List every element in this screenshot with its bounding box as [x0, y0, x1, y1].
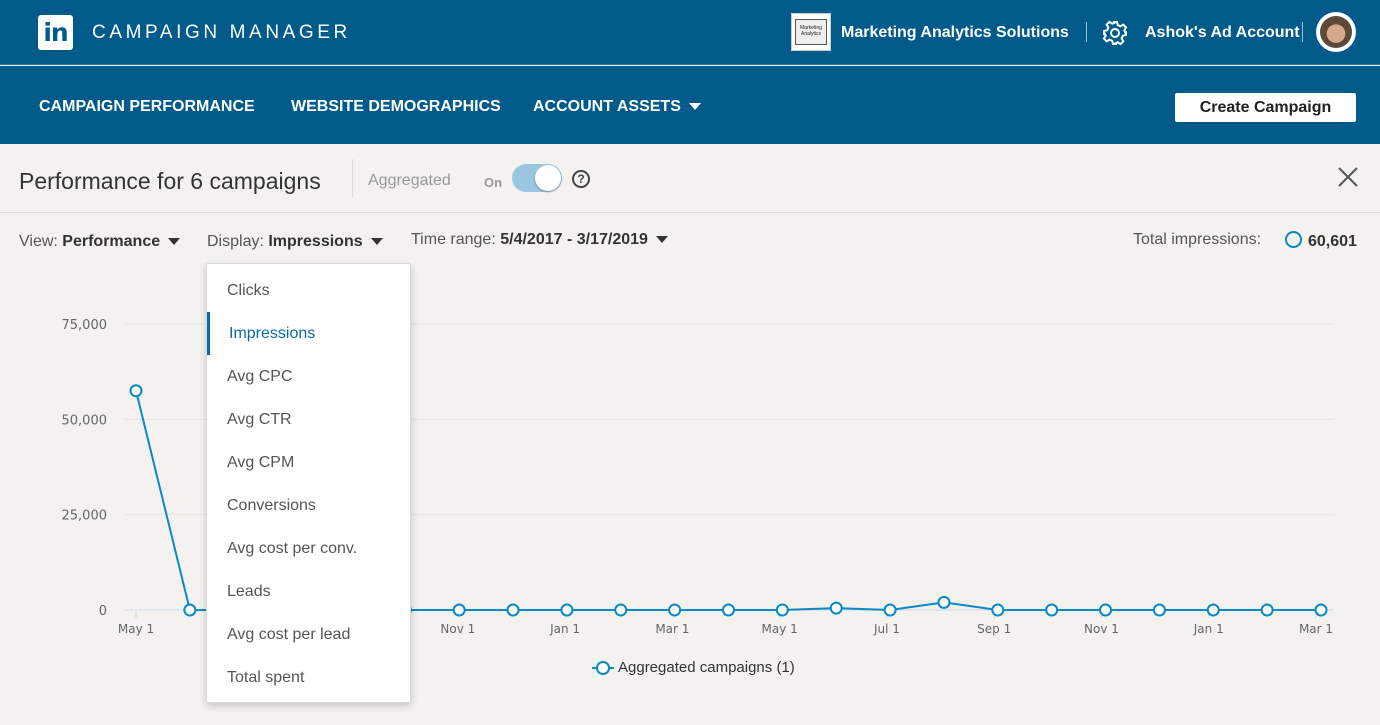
header-divider — [1302, 22, 1303, 42]
page-title: Performance for 6 campaigns — [19, 168, 321, 194]
organization-logo[interactable]: Marketing Analytics — [791, 13, 831, 51]
data-point — [1314, 603, 1328, 617]
x-tick-label: May 1 — [118, 622, 154, 636]
view-filter-value: Performance — [62, 233, 161, 250]
dropdown-item-avg-cost-per-conv[interactable]: Avg cost per conv. — [207, 527, 410, 570]
linkedin-logo[interactable]: in — [38, 15, 73, 50]
data-point — [183, 603, 197, 617]
x-tick-label: Mar 1 — [1299, 622, 1333, 636]
data-point — [668, 603, 682, 617]
nav-website-demographics[interactable]: WEBSITE DEMOGRAPHICS — [291, 98, 501, 116]
avatar[interactable] — [1316, 12, 1356, 52]
organization-logo-text: Marketing Analytics — [795, 19, 827, 45]
data-point — [775, 603, 789, 617]
total-impressions-value: 60,601 — [1308, 233, 1357, 250]
chevron-down-icon — [370, 238, 383, 246]
dropdown-item-avg-cpm[interactable]: Avg CPM — [207, 441, 410, 484]
dropdown-item-clicks[interactable]: Clicks — [207, 269, 410, 312]
x-tick-label: Jul 1 — [873, 622, 900, 636]
x-tick-label: May 1 — [762, 622, 798, 636]
aggregated-toggle[interactable] — [512, 164, 562, 192]
y-tick-label: 75,000 — [62, 318, 108, 333]
y-tick-label: 50,000 — [62, 413, 108, 428]
legend-label: Aggregated campaigns (1) — [618, 659, 795, 676]
close-icon[interactable] — [1336, 165, 1360, 189]
data-point — [722, 603, 735, 617]
dropdown-item-conversions[interactable]: Conversions — [207, 484, 410, 527]
y-tick-label: 25,000 — [62, 509, 108, 524]
dropdown-item-leads[interactable]: Leads — [207, 570, 410, 613]
display-filter-label: Display: — [207, 233, 264, 250]
top-bar: in CAMPAIGN MANAGER Marketing Analytics … — [0, 0, 1380, 65]
data-point — [883, 603, 897, 617]
x-tick-label: Mar 1 — [655, 622, 689, 636]
data-point — [829, 601, 843, 615]
toggle-state-label: On — [484, 175, 503, 190]
y-tick-label: 0 — [99, 604, 107, 619]
time-range-value: 5/4/2017 - 3/17/2019 — [500, 231, 648, 248]
app-title: CAMPAIGN MANAGER — [92, 22, 351, 43]
performance-header: Performance for 6 campaigns Aggregated O… — [0, 144, 1380, 213]
divider — [352, 159, 353, 198]
aggregated-label: Aggregated — [368, 172, 451, 189]
x-tick-label: Jan 1 — [1193, 622, 1224, 636]
data-point — [937, 595, 951, 609]
time-range-filter[interactable]: Time range: 5/4/2017 - 3/17/2019 — [411, 231, 668, 249]
dropdown-item-avg-cpc[interactable]: Avg CPC — [207, 355, 410, 398]
x-tick-label: Nov 1 — [1084, 622, 1119, 636]
x-tick-label: Sep 1 — [977, 622, 1011, 636]
gear-icon[interactable] — [1102, 20, 1128, 46]
dropdown-item-avg-ctr[interactable]: Avg CTR — [207, 398, 410, 441]
nav-account-assets-label: ACCOUNT ASSETS — [533, 98, 681, 115]
series-marker-icon — [1285, 231, 1302, 248]
data-point — [1099, 603, 1113, 617]
display-filter[interactable]: Display: Impressions — [207, 233, 383, 251]
data-point — [129, 384, 143, 398]
dropdown-item-total-spent[interactable]: Total spent — [207, 656, 410, 699]
time-range-label: Time range: — [411, 231, 496, 248]
avatar-photo — [1320, 16, 1352, 48]
nav-account-assets[interactable]: ACCOUNT ASSETS — [533, 98, 701, 116]
data-point — [560, 603, 574, 617]
chart-legend[interactable]: Aggregated campaigns (1) — [592, 659, 795, 676]
nav-bar: CAMPAIGN PERFORMANCE WEBSITE DEMOGRAPHIC… — [0, 66, 1380, 144]
nav-campaign-performance[interactable]: CAMPAIGN PERFORMANCE — [39, 98, 255, 116]
toggle-knob — [535, 165, 561, 191]
data-point — [991, 603, 1005, 617]
create-campaign-button[interactable]: Create Campaign — [1175, 93, 1356, 122]
dropdown-item-impressions[interactable]: Impressions — [207, 312, 410, 355]
data-point — [1152, 603, 1166, 617]
header-divider — [1086, 22, 1087, 42]
help-icon[interactable]: ? — [572, 170, 590, 188]
legend-marker-icon — [592, 661, 614, 676]
display-dropdown-menu: Clicks Impressions Avg CPC Avg CTR Avg CPM Co… — [206, 263, 411, 703]
chevron-down-icon — [168, 238, 181, 246]
data-point — [506, 603, 520, 617]
view-filter-label: View: — [19, 233, 58, 250]
dropdown-item-avg-cost-per-lead[interactable]: Avg cost per lead — [207, 613, 410, 656]
data-point — [452, 603, 466, 617]
organization-name[interactable]: Marketing Analytics Solutions — [841, 24, 1069, 42]
chevron-down-icon — [655, 236, 668, 244]
total-impressions-label: Total impressions: — [1133, 231, 1262, 248]
data-point — [1260, 603, 1274, 617]
data-point — [1045, 603, 1059, 617]
chevron-down-icon — [688, 103, 701, 111]
x-tick-label: Nov 1 — [440, 622, 475, 636]
data-point — [614, 603, 628, 617]
view-filter[interactable]: View: Performance — [19, 233, 181, 251]
x-tick-label: Jan 1 — [549, 622, 580, 636]
data-point — [1206, 603, 1220, 617]
display-filter-value: Impressions — [268, 233, 363, 250]
account-name[interactable]: Ashok's Ad Account — [1145, 24, 1300, 42]
